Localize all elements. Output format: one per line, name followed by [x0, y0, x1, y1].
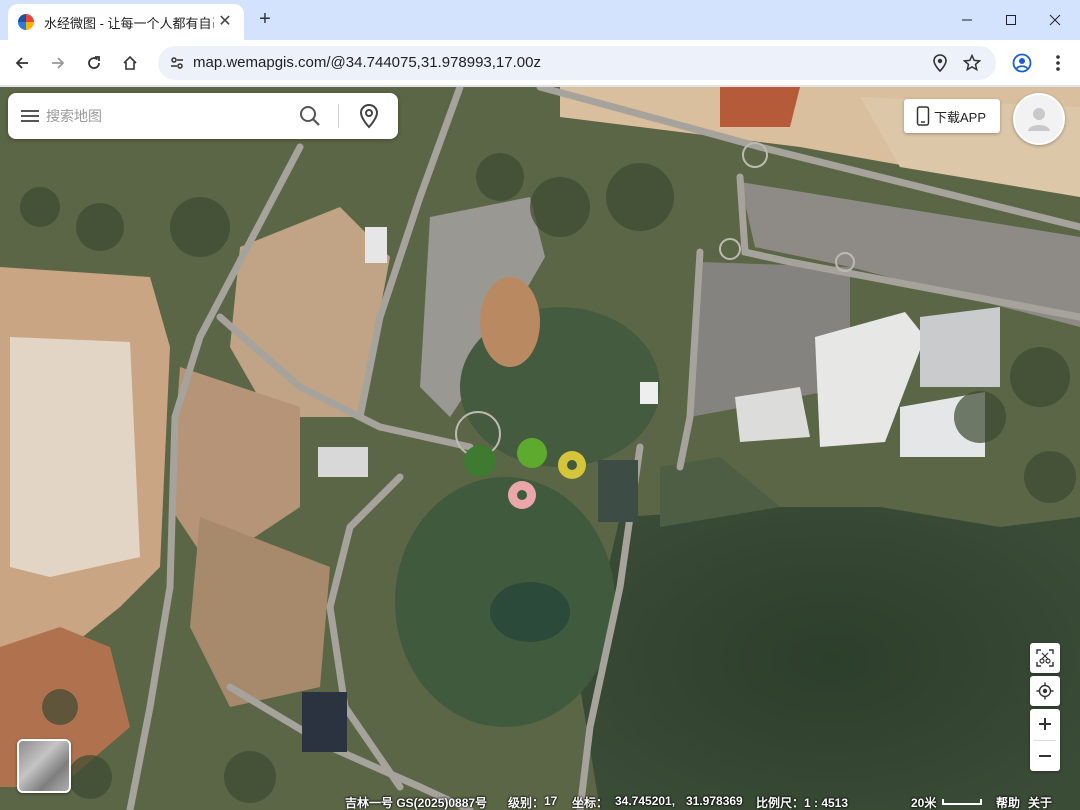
zoom-in-button[interactable]	[1030, 709, 1060, 739]
location-pin-icon	[933, 54, 947, 72]
close-icon	[1049, 14, 1061, 26]
zoom-control	[1030, 709, 1060, 771]
imagery-source: 吉林一号 GS(2025)0887号	[345, 796, 488, 810]
search-input[interactable]	[46, 102, 296, 130]
browser-tab[interactable]: 水经微图 - 让每一个人都有自己 ✕	[8, 4, 244, 40]
download-app-button[interactable]: 下载APP	[904, 99, 1000, 133]
screenshot-button[interactable]	[1030, 643, 1060, 673]
hamburger-menu-icon[interactable]	[20, 106, 40, 126]
browser-menu-button[interactable]	[1044, 49, 1072, 77]
more-vert-icon	[1056, 55, 1060, 71]
wemap-logo-icon	[18, 14, 34, 30]
coordinate-lon: 34.745201,	[615, 794, 676, 808]
zoom-level-value: 17	[544, 794, 558, 808]
close-window-button[interactable]	[1032, 6, 1078, 34]
home-button[interactable]	[116, 49, 144, 77]
plus-icon	[1039, 718, 1051, 730]
back-button[interactable]	[8, 49, 36, 77]
download-app-label: 下载APP	[934, 109, 987, 125]
map-status-bar: 吉林一号 GS(2025)0887号 级别： 17 坐标： 34.745201,…	[0, 793, 1080, 810]
satellite-map[interactable]: 下载APP 吉林一号 GS(2025)0887号 级别： 17	[0, 87, 1080, 810]
map-scale-ratio: 比例尺：1 : 4513	[756, 796, 849, 810]
zoom-out-button[interactable]	[1030, 741, 1060, 771]
user-avatar-icon	[1028, 108, 1050, 131]
maximize-icon	[1006, 15, 1016, 25]
scale-bar-label: 20米	[911, 796, 937, 810]
map-search-box	[8, 93, 398, 139]
coordinate-lat: 31.978369	[686, 794, 743, 808]
screenshot-tool-icon	[1036, 649, 1054, 667]
location-pin-icon[interactable]	[356, 103, 382, 129]
maximize-button[interactable]	[988, 6, 1034, 34]
arrow-left-icon	[15, 57, 28, 69]
browser-titlebar: 水经微图 - 让每一个人都有自己 ✕ +	[0, 0, 1080, 40]
about-link[interactable]: 关于	[1028, 794, 1052, 810]
location-permission-button[interactable]	[928, 51, 952, 75]
address-bar[interactable]: map.wemapgis.com/@34.744075,31.978993,17…	[158, 46, 996, 80]
reload-icon	[88, 56, 100, 69]
help-link[interactable]: 帮助	[996, 794, 1020, 810]
profile-icon	[1012, 53, 1032, 73]
phone-icon	[916, 106, 930, 126]
browser-toolbar: map.wemapgis.com/@34.744075,31.978993,17…	[0, 40, 1080, 86]
tune-icon	[171, 57, 183, 69]
tab-close-icon[interactable]: ✕	[216, 13, 234, 31]
forward-button[interactable]	[44, 49, 72, 77]
home-icon	[123, 55, 137, 70]
zoom-level-label: 级别：	[508, 796, 545, 810]
minus-icon	[1039, 755, 1051, 757]
site-info-button[interactable]	[164, 50, 190, 76]
layer-switcher-thumbnail[interactable]	[17, 739, 71, 793]
satellite-imagery	[0, 87, 1080, 810]
coordinate-label: 坐标：	[572, 796, 609, 810]
search-icon[interactable]	[298, 104, 322, 128]
minimize-button[interactable]	[944, 6, 990, 34]
star-icon	[963, 54, 981, 72]
tab-title: 水经微图 - 让每一个人都有自己	[44, 15, 214, 31]
locate-me-icon	[1036, 682, 1054, 700]
profile-button[interactable]	[1008, 49, 1036, 77]
reload-button[interactable]	[80, 49, 108, 77]
locate-me-button[interactable]	[1030, 676, 1060, 706]
url-text[interactable]: map.wemapgis.com/@34.744075,31.978993,17…	[193, 54, 541, 71]
search-divider	[338, 104, 339, 128]
scale-bar	[942, 799, 982, 805]
minimize-icon	[962, 19, 972, 21]
arrow-right-icon	[52, 57, 65, 69]
user-avatar[interactable]	[1013, 93, 1065, 145]
bookmark-button[interactable]	[960, 51, 984, 75]
new-tab-button[interactable]: +	[254, 8, 276, 30]
